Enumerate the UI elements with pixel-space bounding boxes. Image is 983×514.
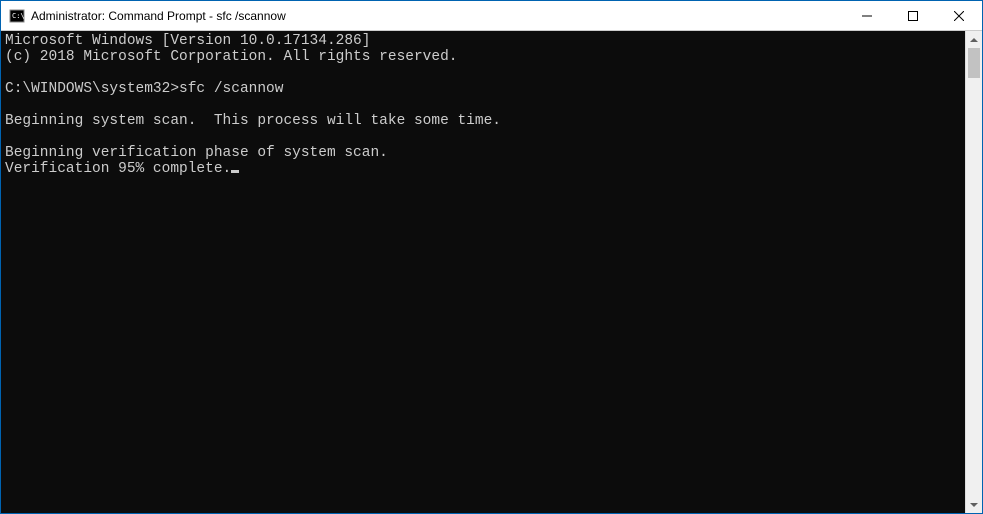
console-line: (c) 2018 Microsoft Corporation. All righ…: [5, 49, 457, 65]
vertical-scrollbar[interactable]: [965, 31, 982, 513]
console-output[interactable]: Microsoft Windows [Version 10.0.17134.28…: [1, 31, 965, 513]
window-controls: [844, 1, 982, 30]
console-command: sfc /scannow: [179, 81, 283, 97]
command-prompt-window: C:\ Administrator: Command Prompt - sfc …: [0, 0, 983, 514]
scroll-thumb[interactable]: [968, 48, 980, 78]
window-title: Administrator: Command Prompt - sfc /sca…: [31, 9, 844, 23]
console-line: Microsoft Windows [Version 10.0.17134.28…: [5, 33, 370, 49]
client-area: Microsoft Windows [Version 10.0.17134.28…: [1, 31, 982, 513]
scroll-down-arrow-icon[interactable]: [966, 496, 982, 513]
console-line: Beginning system scan. This process will…: [5, 113, 501, 129]
console-prompt: C:\WINDOWS\system32>: [5, 81, 179, 97]
console-line: Verification 95% complete.: [5, 161, 231, 177]
scroll-up-arrow-icon[interactable]: [966, 31, 982, 48]
close-button[interactable]: [936, 1, 982, 30]
titlebar[interactable]: C:\ Administrator: Command Prompt - sfc …: [1, 1, 982, 31]
maximize-button[interactable]: [890, 1, 936, 30]
console-line: Beginning verification phase of system s…: [5, 145, 388, 161]
command-prompt-icon: C:\: [9, 8, 25, 24]
svg-text:C:\: C:\: [12, 12, 25, 20]
text-cursor: [231, 170, 239, 173]
minimize-button[interactable]: [844, 1, 890, 30]
